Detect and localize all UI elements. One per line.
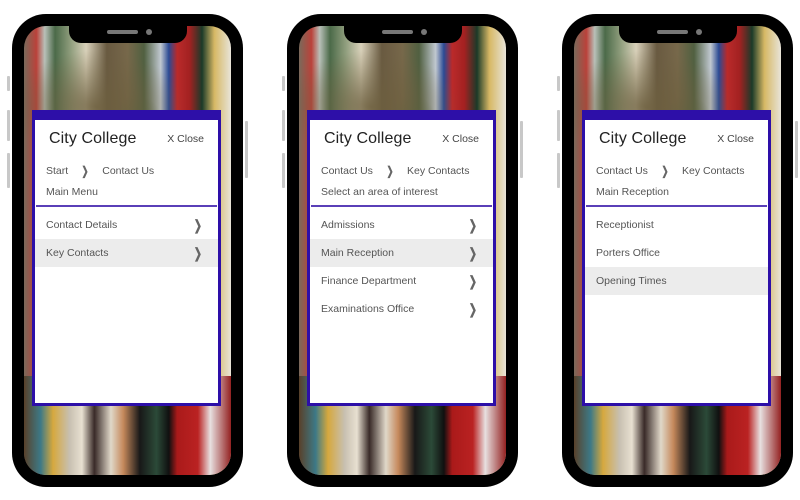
mute-switch: [282, 76, 285, 91]
power-button: [520, 121, 523, 178]
mute-switch: [557, 76, 560, 91]
phone-notch: [343, 26, 462, 43]
volume-up-button: [7, 110, 10, 141]
panel-header: City College X Close: [310, 120, 493, 150]
camera-icon: [420, 29, 427, 35]
chevron-right-icon: ❯: [469, 244, 478, 261]
section-subtitle: Main Menu: [46, 186, 98, 198]
close-button[interactable]: X Close: [167, 133, 204, 145]
menu-item-label: Key Contacts: [46, 247, 109, 259]
power-button: [795, 121, 798, 178]
breadcrumb-parent[interactable]: Start: [46, 165, 68, 177]
menu-item-label: Examinations Office: [321, 303, 415, 315]
phone-mockup-1: City College X Close Start ❯ Contact Us …: [7, 14, 248, 487]
menu-item-receptionist[interactable]: Receptionist: [585, 211, 768, 239]
menu-item-label: Admissions: [321, 219, 375, 231]
breadcrumb: Contact Us ❯ Key Contacts: [585, 150, 768, 180]
chevron-right-icon: ❯: [469, 216, 478, 233]
menu-panel: City College X Close Contact Us ❯ Key Co…: [307, 110, 496, 406]
menu-list: Receptionist Porters Office Opening Time…: [585, 211, 768, 295]
app-title: City College: [49, 130, 137, 147]
menu-item-porters-office[interactable]: Porters Office: [585, 239, 768, 267]
volume-up-button: [282, 110, 285, 141]
breadcrumb-current[interactable]: Contact Us: [102, 165, 154, 177]
menu-item-admissions[interactable]: Admissions ❯: [310, 211, 493, 239]
header-divider: [36, 205, 217, 207]
volume-down-button: [7, 153, 10, 188]
phone-mockup-2: City College X Close Contact Us ❯ Key Co…: [282, 14, 523, 487]
app-title: City College: [324, 130, 412, 147]
volume-down-button: [282, 153, 285, 188]
panel-header: City College X Close: [35, 120, 218, 150]
menu-item-label: Opening Times: [596, 275, 667, 287]
breadcrumb-current[interactable]: Key Contacts: [407, 165, 469, 177]
power-button: [245, 121, 248, 178]
volume-up-button: [557, 110, 560, 141]
menu-item-key-contacts[interactable]: Key Contacts ❯: [35, 239, 218, 267]
app-title: City College: [599, 130, 687, 147]
menu-list: Contact Details ❯ Key Contacts ❯: [35, 211, 218, 267]
menu-item-opening-times[interactable]: Opening Times: [585, 267, 768, 295]
speaker-grille: [656, 30, 688, 34]
chevron-right-icon: ❯: [81, 164, 89, 178]
header-divider: [311, 205, 492, 207]
menu-list: Admissions ❯ Main Reception ❯ Finance De…: [310, 211, 493, 323]
close-button[interactable]: X Close: [717, 133, 754, 145]
menu-item-label: Finance Department: [321, 275, 417, 287]
menu-item-examinations-office[interactable]: Examinations Office ❯: [310, 295, 493, 323]
breadcrumb-current[interactable]: Key Contacts: [682, 165, 744, 177]
menu-item-label: Main Reception: [321, 247, 394, 259]
breadcrumb-parent[interactable]: Contact Us: [321, 165, 373, 177]
close-button[interactable]: X Close: [442, 133, 479, 145]
speaker-grille: [106, 30, 138, 34]
menu-item-main-reception[interactable]: Main Reception ❯: [310, 239, 493, 267]
menu-panel: City College X Close Start ❯ Contact Us …: [32, 110, 221, 406]
mockup-stage: City College X Close Start ❯ Contact Us …: [0, 0, 800, 500]
phone-notch: [618, 26, 737, 43]
section-subtitle: Select an area of interest: [321, 186, 438, 198]
section-subtitle: Main Reception: [596, 186, 669, 198]
chevron-right-icon: ❯: [469, 300, 478, 317]
chevron-right-icon: ❯: [661, 164, 669, 178]
chevron-right-icon: ❯: [386, 164, 394, 178]
volume-down-button: [557, 153, 560, 188]
panel-header: City College X Close: [585, 120, 768, 150]
chevron-right-icon: ❯: [469, 272, 478, 289]
header-divider: [586, 205, 767, 207]
breadcrumb-parent[interactable]: Contact Us: [596, 165, 648, 177]
menu-item-finance-department[interactable]: Finance Department ❯: [310, 267, 493, 295]
chevron-right-icon: ❯: [194, 216, 203, 233]
camera-icon: [145, 29, 152, 35]
chevron-right-icon: ❯: [194, 244, 203, 261]
menu-panel: City College X Close Contact Us ❯ Key Co…: [582, 110, 771, 406]
menu-item-contact-details[interactable]: Contact Details ❯: [35, 211, 218, 239]
menu-item-label: Contact Details: [46, 219, 118, 231]
phone-notch: [68, 26, 187, 43]
breadcrumb: Contact Us ❯ Key Contacts: [310, 150, 493, 180]
breadcrumb: Start ❯ Contact Us: [35, 150, 218, 180]
speaker-grille: [381, 30, 413, 34]
camera-icon: [695, 29, 702, 35]
phone-mockup-3: City College X Close Contact Us ❯ Key Co…: [557, 14, 798, 487]
menu-item-label: Porters Office: [596, 247, 660, 259]
menu-item-label: Receptionist: [596, 219, 654, 231]
mute-switch: [7, 76, 10, 91]
